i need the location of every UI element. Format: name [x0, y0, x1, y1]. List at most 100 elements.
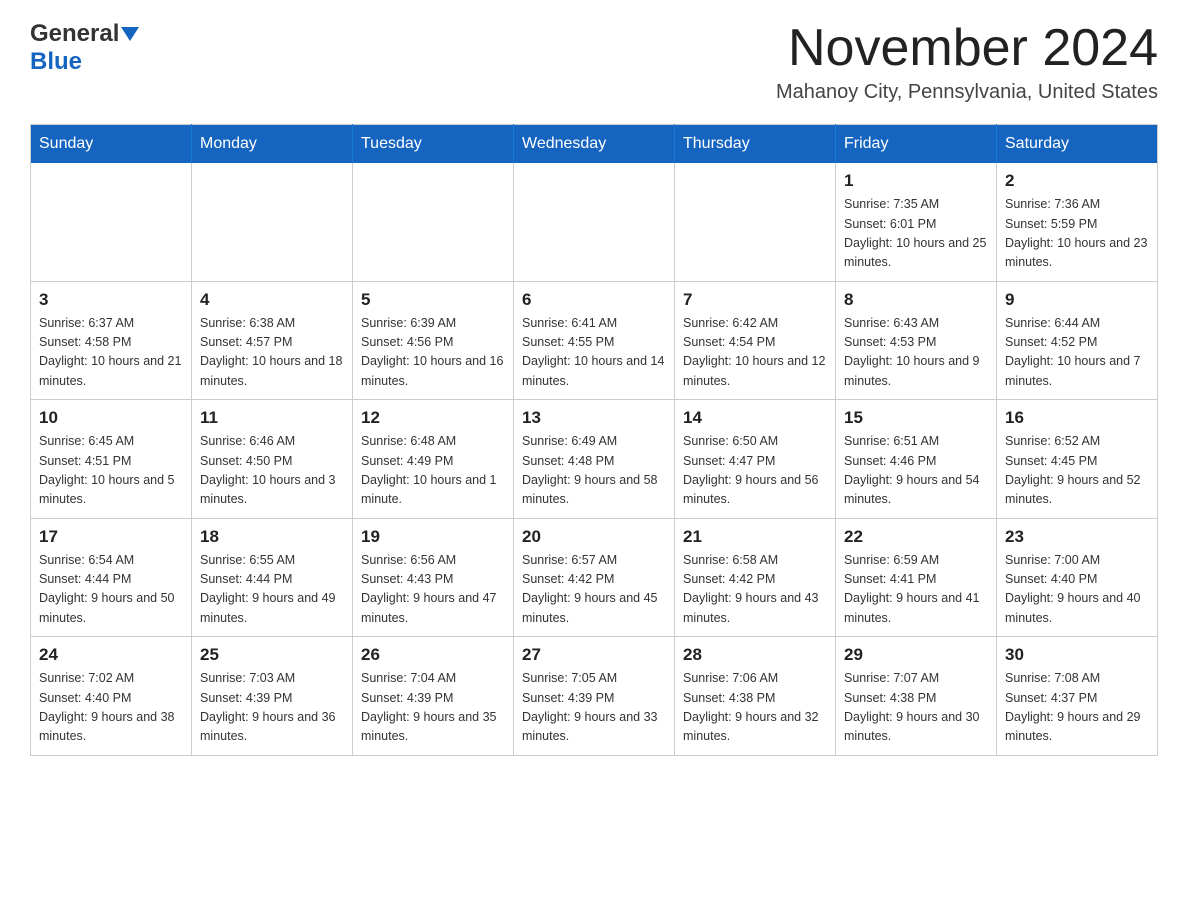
- day-info: Sunrise: 7:05 AMSunset: 4:39 PMDaylight:…: [522, 669, 666, 747]
- header-saturday: Saturday: [997, 125, 1158, 164]
- day-info: Sunrise: 6:41 AMSunset: 4:55 PMDaylight:…: [522, 314, 666, 392]
- calendar-cell: 5 Sunrise: 6:39 AMSunset: 4:56 PMDaylight…: [353, 281, 514, 400]
- calendar-cell: 24 Sunrise: 7:02 AMSunset: 4:40 PMDayligh…: [31, 637, 192, 756]
- day-info: Sunrise: 6:54 AMSunset: 4:44 PMDaylight:…: [39, 551, 183, 629]
- calendar-cell: 3 Sunrise: 6:37 AMSunset: 4:58 PMDaylight…: [31, 281, 192, 400]
- header-monday: Monday: [192, 125, 353, 164]
- calendar-cell: 28Sunrise: 7:06 AMSunset: 4:38 PMDayligh…: [675, 637, 836, 756]
- day-info: Sunrise: 6:44 AMSunset: 4:52 PMDaylight:…: [1005, 314, 1149, 392]
- calendar-cell: 8 Sunrise: 6:43 AMSunset: 4:53 PMDaylight…: [836, 281, 997, 400]
- day-info: Sunrise: 6:58 AMSunset: 4:42 PMDaylight:…: [683, 551, 827, 629]
- calendar-cell: 4 Sunrise: 6:38 AMSunset: 4:57 PMDaylight…: [192, 281, 353, 400]
- page-header: General Blue November 2024 Mahanoy City,…: [30, 20, 1158, 104]
- calendar-cell: [353, 163, 514, 281]
- day-number: 20: [522, 527, 666, 547]
- day-number: 9: [1005, 290, 1149, 310]
- day-info: Sunrise: 7:00 AMSunset: 4:40 PMDaylight:…: [1005, 551, 1149, 629]
- day-info: Sunrise: 6:50 AMSunset: 4:47 PMDaylight:…: [683, 432, 827, 510]
- day-number: 5: [361, 290, 505, 310]
- day-info: Sunrise: 6:38 AMSunset: 4:57 PMDaylight:…: [200, 314, 344, 392]
- day-info: Sunrise: 6:51 AMSunset: 4:46 PMDaylight:…: [844, 432, 988, 510]
- day-number: 4: [200, 290, 344, 310]
- day-info: Sunrise: 7:35 AMSunset: 6:01 PMDaylight:…: [844, 195, 988, 273]
- header-friday: Friday: [836, 125, 997, 164]
- calendar-week-row: 3 Sunrise: 6:37 AMSunset: 4:58 PMDaylight…: [31, 281, 1158, 400]
- day-info: Sunrise: 6:39 AMSunset: 4:56 PMDaylight:…: [361, 314, 505, 392]
- calendar-cell: [31, 163, 192, 281]
- calendar-cell: 1 Sunrise: 7:35 AMSunset: 6:01 PMDaylight…: [836, 163, 997, 281]
- day-info: Sunrise: 6:46 AMSunset: 4:50 PMDaylight:…: [200, 432, 344, 510]
- title-area: November 2024 Mahanoy City, Pennsylvania…: [776, 20, 1158, 104]
- calendar-cell: 6Sunrise: 6:41 AMSunset: 4:55 PMDaylight…: [514, 281, 675, 400]
- day-info: Sunrise: 7:36 AMSunset: 5:59 PMDaylight:…: [1005, 195, 1149, 273]
- day-number: 19: [361, 527, 505, 547]
- day-info: Sunrise: 6:59 AMSunset: 4:41 PMDaylight:…: [844, 551, 988, 629]
- calendar-cell: 13Sunrise: 6:49 AMSunset: 4:48 PMDayligh…: [514, 400, 675, 519]
- day-info: Sunrise: 6:52 AMSunset: 4:45 PMDaylight:…: [1005, 432, 1149, 510]
- calendar-cell: [514, 163, 675, 281]
- day-info: Sunrise: 6:43 AMSunset: 4:53 PMDaylight:…: [844, 314, 988, 392]
- calendar-cell: 22 Sunrise: 6:59 AMSunset: 4:41 PMDayligh…: [836, 518, 997, 637]
- calendar-cell: 23 Sunrise: 7:00 AMSunset: 4:40 PMDayligh…: [997, 518, 1158, 637]
- logo-general: General: [30, 20, 119, 48]
- day-info: Sunrise: 6:45 AMSunset: 4:51 PMDaylight:…: [39, 432, 183, 510]
- month-title: November 2024: [776, 20, 1158, 77]
- day-number: 28: [683, 645, 827, 665]
- calendar-cell: 14Sunrise: 6:50 AMSunset: 4:47 PMDayligh…: [675, 400, 836, 519]
- day-number: 8: [844, 290, 988, 310]
- day-number: 12: [361, 408, 505, 428]
- calendar-week-row: 17Sunrise: 6:54 AMSunset: 4:44 PMDayligh…: [31, 518, 1158, 637]
- calendar-cell: 26 Sunrise: 7:04 AMSunset: 4:39 PMDayligh…: [353, 637, 514, 756]
- day-number: 1: [844, 171, 988, 191]
- day-number: 25: [200, 645, 344, 665]
- day-number: 21: [683, 527, 827, 547]
- header-sunday: Sunday: [31, 125, 192, 164]
- calendar-cell: 15 Sunrise: 6:51 AMSunset: 4:46 PMDayligh…: [836, 400, 997, 519]
- calendar-week-row: 24 Sunrise: 7:02 AMSunset: 4:40 PMDayligh…: [31, 637, 1158, 756]
- day-info: Sunrise: 7:02 AMSunset: 4:40 PMDaylight:…: [39, 669, 183, 747]
- calendar-cell: 30Sunrise: 7:08 AMSunset: 4:37 PMDayligh…: [997, 637, 1158, 756]
- day-number: 3: [39, 290, 183, 310]
- calendar-cell: 21 Sunrise: 6:58 AMSunset: 4:42 PMDayligh…: [675, 518, 836, 637]
- day-number: 26: [361, 645, 505, 665]
- calendar-cell: 7Sunrise: 6:42 AMSunset: 4:54 PMDaylight…: [675, 281, 836, 400]
- calendar-cell: 20Sunrise: 6:57 AMSunset: 4:42 PMDayligh…: [514, 518, 675, 637]
- header-thursday: Thursday: [675, 125, 836, 164]
- day-number: 15: [844, 408, 988, 428]
- calendar-table: Sunday Monday Tuesday Wednesday Thursday…: [30, 124, 1158, 756]
- day-number: 22: [844, 527, 988, 547]
- calendar-cell: 2 Sunrise: 7:36 AMSunset: 5:59 PMDaylight…: [997, 163, 1158, 281]
- day-number: 27: [522, 645, 666, 665]
- day-number: 2: [1005, 171, 1149, 191]
- day-info: Sunrise: 7:03 AMSunset: 4:39 PMDaylight:…: [200, 669, 344, 747]
- day-number: 7: [683, 290, 827, 310]
- calendar-cell: 16 Sunrise: 6:52 AMSunset: 4:45 PMDayligh…: [997, 400, 1158, 519]
- day-info: Sunrise: 7:04 AMSunset: 4:39 PMDaylight:…: [361, 669, 505, 747]
- calendar-cell: 9 Sunrise: 6:44 AMSunset: 4:52 PMDaylight…: [997, 281, 1158, 400]
- day-info: Sunrise: 6:55 AMSunset: 4:44 PMDaylight:…: [200, 551, 344, 629]
- day-number: 24: [39, 645, 183, 665]
- day-info: Sunrise: 6:48 AMSunset: 4:49 PMDaylight:…: [361, 432, 505, 510]
- calendar-cell: [675, 163, 836, 281]
- calendar-cell: 27 Sunrise: 7:05 AMSunset: 4:39 PMDayligh…: [514, 637, 675, 756]
- weekday-header-row: Sunday Monday Tuesday Wednesday Thursday…: [31, 125, 1158, 164]
- calendar-cell: 29Sunrise: 7:07 AMSunset: 4:38 PMDayligh…: [836, 637, 997, 756]
- day-number: 11: [200, 408, 344, 428]
- day-number: 10: [39, 408, 183, 428]
- calendar-cell: 10 Sunrise: 6:45 AMSunset: 4:51 PMDayligh…: [31, 400, 192, 519]
- day-number: 16: [1005, 408, 1149, 428]
- day-info: Sunrise: 7:07 AMSunset: 4:38 PMDaylight:…: [844, 669, 988, 747]
- logo: General Blue: [30, 20, 139, 76]
- location-title: Mahanoy City, Pennsylvania, United State…: [776, 81, 1158, 104]
- day-number: 23: [1005, 527, 1149, 547]
- header-tuesday: Tuesday: [353, 125, 514, 164]
- day-info: Sunrise: 7:08 AMSunset: 4:37 PMDaylight:…: [1005, 669, 1149, 747]
- day-info: Sunrise: 6:37 AMSunset: 4:58 PMDaylight:…: [39, 314, 183, 392]
- day-number: 13: [522, 408, 666, 428]
- calendar-week-row: 1 Sunrise: 7:35 AMSunset: 6:01 PMDaylight…: [31, 163, 1158, 281]
- calendar-cell: [192, 163, 353, 281]
- calendar-week-row: 10 Sunrise: 6:45 AMSunset: 4:51 PMDayligh…: [31, 400, 1158, 519]
- calendar-cell: 25 Sunrise: 7:03 AMSunset: 4:39 PMDayligh…: [192, 637, 353, 756]
- logo-triangle-icon: [121, 27, 139, 41]
- calendar-cell: 17Sunrise: 6:54 AMSunset: 4:44 PMDayligh…: [31, 518, 192, 637]
